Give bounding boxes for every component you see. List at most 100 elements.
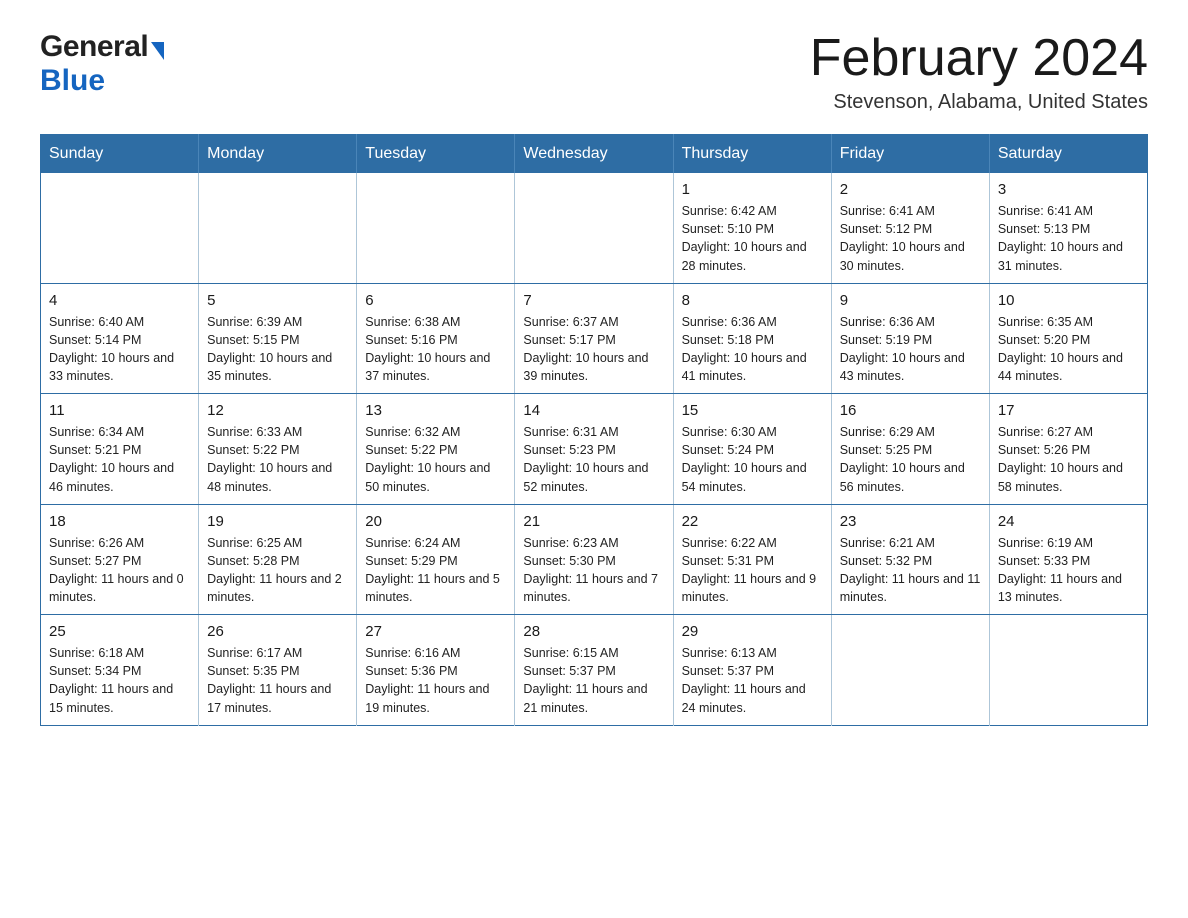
day-number: 10 (998, 292, 1139, 309)
day-info: Sunrise: 6:42 AM Sunset: 5:10 PM Dayligh… (682, 202, 823, 275)
calendar-header: SundayMondayTuesdayWednesdayThursdayFrid… (41, 135, 1148, 174)
day-number: 12 (207, 402, 348, 419)
day-number: 11 (49, 402, 190, 419)
day-info: Sunrise: 6:17 AM Sunset: 5:35 PM Dayligh… (207, 644, 348, 717)
calendar-cell: 11 Sunrise: 6:34 AM Sunset: 5:21 PM Dayli… (41, 394, 199, 505)
day-info: Sunrise: 6:23 AM Sunset: 5:30 PM Dayligh… (523, 534, 664, 607)
day-info: Sunrise: 6:37 AM Sunset: 5:17 PM Dayligh… (523, 313, 664, 386)
weekday-header-friday: Friday (831, 135, 989, 174)
calendar-cell: 2 Sunrise: 6:41 AM Sunset: 5:12 PM Daylig… (831, 173, 989, 283)
day-number: 13 (365, 402, 506, 419)
calendar-cell (199, 173, 357, 283)
day-number: 29 (682, 623, 823, 640)
day-info: Sunrise: 6:35 AM Sunset: 5:20 PM Dayligh… (998, 313, 1139, 386)
day-info: Sunrise: 6:15 AM Sunset: 5:37 PM Dayligh… (523, 644, 664, 717)
day-info: Sunrise: 6:40 AM Sunset: 5:14 PM Dayligh… (49, 313, 190, 386)
logo-general: General (40, 30, 148, 64)
day-number: 3 (998, 181, 1139, 198)
day-info: Sunrise: 6:26 AM Sunset: 5:27 PM Dayligh… (49, 534, 190, 607)
day-info: Sunrise: 6:39 AM Sunset: 5:15 PM Dayligh… (207, 313, 348, 386)
calendar-week-row: 18 Sunrise: 6:26 AM Sunset: 5:27 PM Dayli… (41, 504, 1148, 615)
weekday-header-row: SundayMondayTuesdayWednesdayThursdayFrid… (41, 135, 1148, 174)
calendar-cell: 13 Sunrise: 6:32 AM Sunset: 5:22 PM Dayli… (357, 394, 515, 505)
logo: General Blue (40, 30, 164, 98)
day-info: Sunrise: 6:25 AM Sunset: 5:28 PM Dayligh… (207, 534, 348, 607)
day-number: 1 (682, 181, 823, 198)
month-title: February 2024 (810, 30, 1148, 87)
day-number: 22 (682, 513, 823, 530)
day-info: Sunrise: 6:38 AM Sunset: 5:16 PM Dayligh… (365, 313, 506, 386)
weekday-header-monday: Monday (199, 135, 357, 174)
day-info: Sunrise: 6:24 AM Sunset: 5:29 PM Dayligh… (365, 534, 506, 607)
day-info: Sunrise: 6:13 AM Sunset: 5:37 PM Dayligh… (682, 644, 823, 717)
calendar-cell: 9 Sunrise: 6:36 AM Sunset: 5:19 PM Daylig… (831, 283, 989, 394)
calendar-cell: 24 Sunrise: 6:19 AM Sunset: 5:33 PM Dayli… (989, 504, 1147, 615)
calendar-cell: 27Sunrise: 6:16 AM Sunset: 5:36 PM Dayli… (357, 615, 515, 726)
day-info: Sunrise: 6:29 AM Sunset: 5:25 PM Dayligh… (840, 423, 981, 496)
day-number: 25 (49, 623, 190, 640)
calendar-week-row: 25 Sunrise: 6:18 AM Sunset: 5:34 PM Dayli… (41, 615, 1148, 726)
day-number: 24 (998, 513, 1139, 530)
calendar-cell: 3 Sunrise: 6:41 AM Sunset: 5:13 PM Daylig… (989, 173, 1147, 283)
calendar-cell: 15Sunrise: 6:30 AM Sunset: 5:24 PM Dayli… (673, 394, 831, 505)
day-number: 9 (840, 292, 981, 309)
day-info: Sunrise: 6:36 AM Sunset: 5:18 PM Dayligh… (682, 313, 823, 386)
day-number: 7 (523, 292, 664, 309)
day-number: 17 (998, 402, 1139, 419)
day-number: 16 (840, 402, 981, 419)
day-info: Sunrise: 6:41 AM Sunset: 5:13 PM Dayligh… (998, 202, 1139, 275)
day-info: Sunrise: 6:33 AM Sunset: 5:22 PM Dayligh… (207, 423, 348, 496)
title-section: February 2024 Stevenson, Alabama, United… (810, 30, 1148, 114)
calendar-week-row: 11 Sunrise: 6:34 AM Sunset: 5:21 PM Dayli… (41, 394, 1148, 505)
day-info: Sunrise: 6:18 AM Sunset: 5:34 PM Dayligh… (49, 644, 190, 717)
day-info: Sunrise: 6:34 AM Sunset: 5:21 PM Dayligh… (49, 423, 190, 496)
calendar-cell: 22 Sunrise: 6:22 AM Sunset: 5:31 PM Dayli… (673, 504, 831, 615)
calendar-cell: 6 Sunrise: 6:38 AM Sunset: 5:16 PM Daylig… (357, 283, 515, 394)
day-number: 8 (682, 292, 823, 309)
day-number: 26 (207, 623, 348, 640)
day-number: 6 (365, 292, 506, 309)
calendar-cell: 23Sunrise: 6:21 AM Sunset: 5:32 PM Dayli… (831, 504, 989, 615)
calendar-cell: 7 Sunrise: 6:37 AM Sunset: 5:17 PM Daylig… (515, 283, 673, 394)
day-info: Sunrise: 6:19 AM Sunset: 5:33 PM Dayligh… (998, 534, 1139, 607)
calendar-cell: 1 Sunrise: 6:42 AM Sunset: 5:10 PM Daylig… (673, 173, 831, 283)
weekday-header-saturday: Saturday (989, 135, 1147, 174)
day-number: 4 (49, 292, 190, 309)
calendar-cell: 26 Sunrise: 6:17 AM Sunset: 5:35 PM Dayli… (199, 615, 357, 726)
logo-triangle-icon (151, 42, 164, 60)
day-info: Sunrise: 6:36 AM Sunset: 5:19 PM Dayligh… (840, 313, 981, 386)
day-info: Sunrise: 6:22 AM Sunset: 5:31 PM Dayligh… (682, 534, 823, 607)
day-number: 2 (840, 181, 981, 198)
day-info: Sunrise: 6:32 AM Sunset: 5:22 PM Dayligh… (365, 423, 506, 496)
weekday-header-thursday: Thursday (673, 135, 831, 174)
calendar-body: 1 Sunrise: 6:42 AM Sunset: 5:10 PM Daylig… (41, 173, 1148, 725)
day-number: 20 (365, 513, 506, 530)
logo-blue: Blue (40, 64, 105, 97)
calendar-cell (831, 615, 989, 726)
day-number: 27 (365, 623, 506, 640)
calendar-cell: 28 Sunrise: 6:15 AM Sunset: 5:37 PM Dayli… (515, 615, 673, 726)
calendar-cell: 18 Sunrise: 6:26 AM Sunset: 5:27 PM Dayli… (41, 504, 199, 615)
calendar-cell: 14 Sunrise: 6:31 AM Sunset: 5:23 PM Dayli… (515, 394, 673, 505)
calendar-cell: 10 Sunrise: 6:35 AM Sunset: 5:20 PM Dayli… (989, 283, 1147, 394)
location-label: Stevenson, Alabama, United States (810, 91, 1148, 114)
day-number: 28 (523, 623, 664, 640)
day-info: Sunrise: 6:41 AM Sunset: 5:12 PM Dayligh… (840, 202, 981, 275)
calendar-cell (41, 173, 199, 283)
day-number: 21 (523, 513, 664, 530)
calendar-cell: 8 Sunrise: 6:36 AM Sunset: 5:18 PM Daylig… (673, 283, 831, 394)
weekday-header-tuesday: Tuesday (357, 135, 515, 174)
day-number: 15 (682, 402, 823, 419)
calendar-cell: 19Sunrise: 6:25 AM Sunset: 5:28 PM Dayli… (199, 504, 357, 615)
calendar-cell: 17 Sunrise: 6:27 AM Sunset: 5:26 PM Dayli… (989, 394, 1147, 505)
day-info: Sunrise: 6:27 AM Sunset: 5:26 PM Dayligh… (998, 423, 1139, 496)
calendar-cell: 21 Sunrise: 6:23 AM Sunset: 5:30 PM Dayli… (515, 504, 673, 615)
calendar-cell: 12 Sunrise: 6:33 AM Sunset: 5:22 PM Dayli… (199, 394, 357, 505)
day-info: Sunrise: 6:31 AM Sunset: 5:23 PM Dayligh… (523, 423, 664, 496)
calendar-cell: 29 Sunrise: 6:13 AM Sunset: 5:37 PM Dayli… (673, 615, 831, 726)
calendar-cell: 5Sunrise: 6:39 AM Sunset: 5:15 PM Daylig… (199, 283, 357, 394)
day-number: 18 (49, 513, 190, 530)
weekday-header-sunday: Sunday (41, 135, 199, 174)
page-header: General Blue February 2024 Stevenson, Al… (40, 30, 1148, 114)
day-number: 14 (523, 402, 664, 419)
